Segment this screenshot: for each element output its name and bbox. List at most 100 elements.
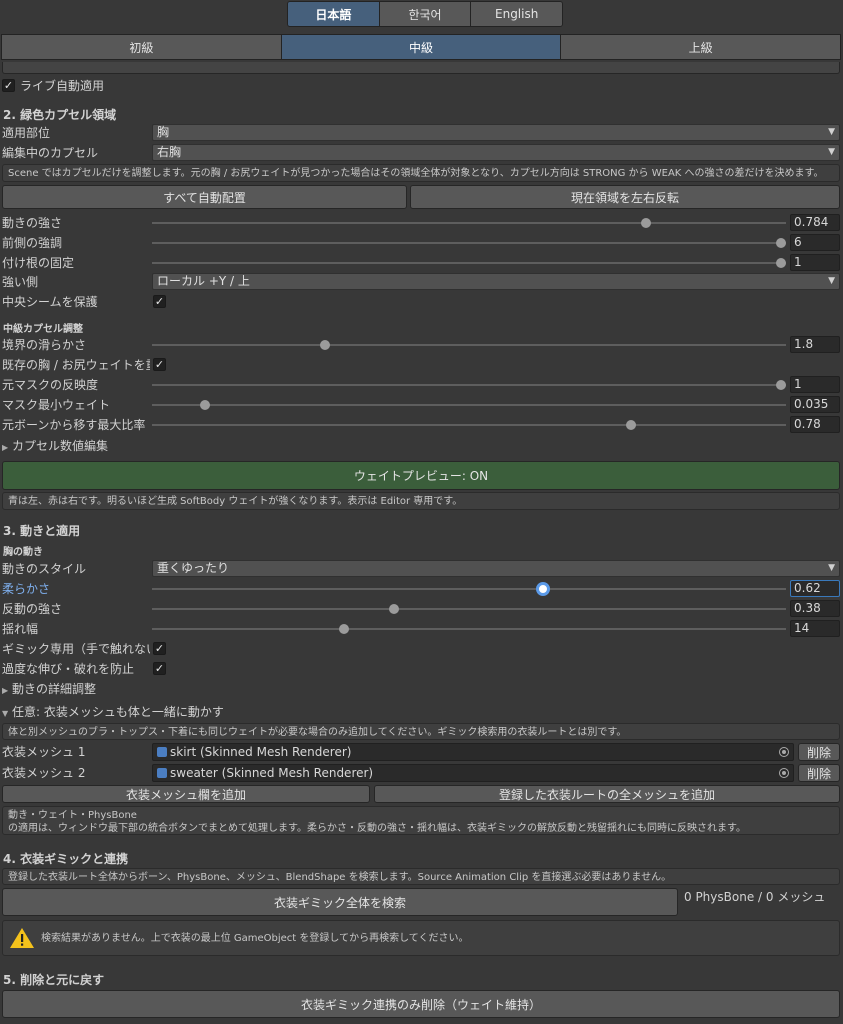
- capsule-label: 編集中のカプセル: [2, 146, 99, 160]
- stretch-guard-checkbox[interactable]: ✓: [153, 662, 166, 675]
- slider-handle[interactable]: [389, 604, 400, 614]
- strong-side-label: 強い側: [2, 275, 39, 289]
- slider-handle[interactable]: [339, 624, 350, 634]
- motion-style-value: 重くゆったり: [157, 561, 230, 575]
- mirror-button[interactable]: 現在領域を左右反転: [410, 185, 840, 209]
- slider-handle[interactable]: [641, 218, 652, 228]
- lang-english-button[interactable]: English: [471, 2, 562, 26]
- mask-reflect-field[interactable]: 1: [790, 376, 840, 393]
- optional-foldout[interactable]: ▼ 任意: 衣装メッシュも体と一緒に動かす: [2, 704, 224, 720]
- capsule-dropdown[interactable]: 右胸 ▼: [152, 144, 840, 161]
- capsule-value: 右胸: [157, 145, 182, 159]
- apply-help-line-2: の適用は、ウィンドウ最下部の統合ボタンでまとめて処理します。柔らかさ・反動の強さ…: [8, 823, 746, 834]
- dropdown-arrow-icon: ▼: [828, 127, 835, 137]
- warning-icon: [10, 928, 34, 948]
- slider-track[interactable]: [152, 238, 786, 248]
- slider-track[interactable]: [152, 340, 786, 350]
- apply-help-line-1: 動き・ウェイト・PhysBone: [8, 810, 137, 821]
- slider-handle[interactable]: [626, 420, 637, 430]
- slider-track[interactable]: [152, 218, 786, 228]
- lang-korean-button[interactable]: 한국어: [379, 2, 472, 26]
- search-gimmick-button[interactable]: 衣装ギミック全体を検索: [2, 888, 678, 916]
- mesh-renderer-icon: [157, 768, 167, 778]
- preview-help: 青は左、赤は右です。明るいほど生成 SoftBody ウェイトが強くなります。表…: [2, 492, 840, 510]
- slider-label: 前側の強調: [2, 236, 63, 250]
- strong-side-value: ローカル +Y / 上: [157, 274, 250, 288]
- strong-side-dropdown[interactable]: ローカル +Y / 上 ▼: [152, 273, 840, 290]
- slider-label: 反動の強さ: [2, 602, 63, 616]
- sway-field[interactable]: 14: [790, 620, 840, 637]
- slider-handle[interactable]: [536, 582, 551, 596]
- apply-help: 動き・ウェイト・PhysBone の適用は、ウィンドウ最下部の統合ボタンでまとめ…: [2, 806, 840, 835]
- slider-label: マスク最小ウェイト: [2, 398, 111, 412]
- section-2-title: 2. 緑色カプセル領域: [3, 108, 117, 122]
- softness-field[interactable]: 0.62: [790, 580, 840, 597]
- chevron-down-icon: ▼: [2, 709, 9, 718]
- slider-track[interactable]: [152, 582, 786, 596]
- motion-detail-label: 動きの詳細調整: [12, 682, 97, 696]
- add-mesh-field-button[interactable]: 衣装メッシュ欄を追加: [2, 785, 370, 803]
- mesh-1-field[interactable]: skirt (Skinned Mesh Renderer): [152, 743, 794, 761]
- live-apply-checkbox[interactable]: ✓: [2, 79, 15, 92]
- slider-handle[interactable]: [776, 380, 786, 390]
- slider-label: 元ボーンから移す最大比率: [2, 418, 146, 432]
- center-seam-checkbox[interactable]: ✓: [153, 295, 166, 308]
- front-emphasis-field[interactable]: 6: [790, 234, 840, 251]
- slider-track[interactable]: [152, 258, 786, 268]
- lang-japanese-button[interactable]: 日本語: [288, 2, 380, 26]
- mask-min-field[interactable]: 0.035: [790, 396, 840, 413]
- auto-place-button[interactable]: すべて自動配置: [2, 185, 407, 209]
- add-all-meshes-button[interactable]: 登録した衣装ルートの全メッシュを追加: [374, 785, 840, 803]
- root-fix-field[interactable]: 1: [790, 254, 840, 271]
- slider-track[interactable]: [152, 380, 786, 390]
- tab-advanced[interactable]: 上級: [560, 34, 842, 60]
- slider-label: 付け根の固定: [2, 256, 75, 270]
- part-dropdown[interactable]: 胸 ▼: [152, 124, 840, 141]
- section-4-title: 4. 衣装ギミックと連携: [3, 852, 129, 866]
- rebound-field[interactable]: 0.38: [790, 600, 840, 617]
- strength-field[interactable]: 0.784: [790, 214, 840, 231]
- slider-handle[interactable]: [776, 238, 786, 248]
- remove-mesh-1-button[interactable]: 削除: [798, 743, 840, 761]
- breast-motion-title: 胸の動き: [3, 547, 43, 558]
- tab-beginner[interactable]: 初級: [1, 34, 282, 60]
- mesh-1-value: skirt (Skinned Mesh Renderer): [170, 745, 352, 759]
- motion-style-label: 動きのスタイル: [2, 562, 87, 576]
- boundary-smooth-field[interactable]: 1.8: [790, 336, 840, 353]
- part-value: 胸: [157, 125, 170, 139]
- motion-style-dropdown[interactable]: 重くゆったり ▼: [152, 560, 840, 577]
- slider-track[interactable]: [152, 624, 786, 634]
- dropdown-arrow-icon: ▼: [828, 276, 835, 286]
- slider-label: 動きの強さ: [2, 216, 63, 230]
- slider-track[interactable]: [152, 604, 786, 614]
- slider-handle[interactable]: [200, 400, 211, 410]
- dropdown-arrow-icon: ▼: [828, 147, 835, 157]
- slider-track[interactable]: [152, 420, 786, 430]
- delete-gimmick-link-button[interactable]: 衣装ギミック連携のみ削除（ウェイト維持）: [2, 990, 840, 1018]
- slider-track[interactable]: [152, 400, 786, 410]
- capsule-edit-foldout[interactable]: ▶ カプセル数値編集: [2, 438, 108, 454]
- max-ratio-field[interactable]: 0.78: [790, 416, 840, 433]
- motion-detail-foldout[interactable]: ▶ 動きの詳細調整: [2, 681, 96, 697]
- section-3-title: 3. 動きと適用: [3, 524, 81, 538]
- optional-help: 体と別メッシュのブラ・トップス・下着にも同じウェイトが必要な場合のみ追加してくだ…: [2, 723, 840, 740]
- remove-mesh-2-button[interactable]: 削除: [798, 764, 840, 782]
- slider-label: 元マスクの反映度: [2, 378, 99, 392]
- object-picker-icon[interactable]: [779, 768, 789, 778]
- slider-handle[interactable]: [776, 258, 786, 268]
- slider-handle[interactable]: [320, 340, 331, 350]
- mesh-2-field[interactable]: sweater (Skinned Mesh Renderer): [152, 764, 794, 782]
- warning-box: 検索結果がありません。上で衣装の最上位 GameObject を登録してから再検…: [2, 920, 840, 956]
- tab-intermediate[interactable]: 中級: [280, 34, 562, 60]
- stretch-guard-label: 過度な伸び・破れを防止: [2, 662, 135, 676]
- tab-content-edge: [2, 62, 840, 74]
- gimmick-only-checkbox[interactable]: ✓: [153, 642, 166, 655]
- object-picker-icon[interactable]: [779, 747, 789, 757]
- weight-preview-button[interactable]: ウェイトプレビュー: ON: [2, 461, 840, 490]
- search-help: 登録した衣装ルート全体からボーン、PhysBone、メッシュ、BlendShap…: [2, 868, 840, 885]
- live-apply-label: ライブ自動適用: [20, 79, 105, 93]
- search-count: 0 PhysBone / 0 メッシュ: [684, 890, 826, 904]
- mid-capsule-title: 中級カプセル調整: [3, 324, 83, 335]
- existing-weight-checkbox[interactable]: ✓: [153, 358, 166, 371]
- slider-label: 柔らかさ: [2, 582, 51, 596]
